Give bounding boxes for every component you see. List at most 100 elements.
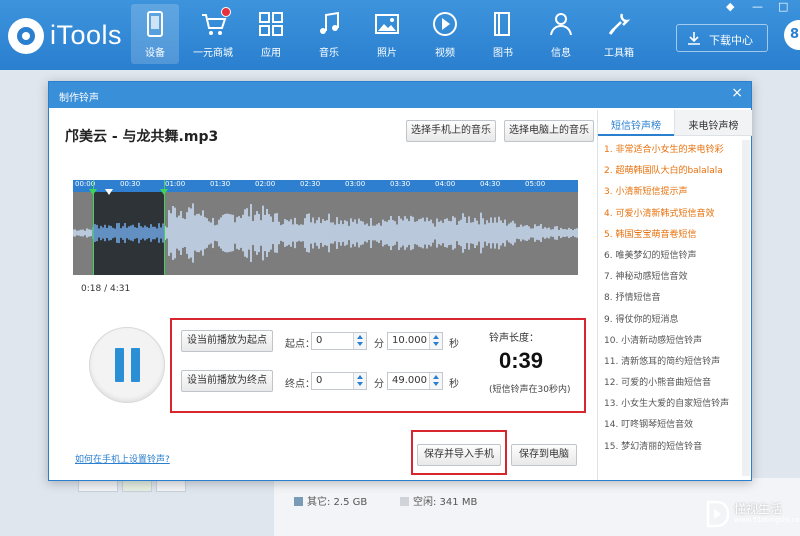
set-end-button[interactable]: 设当前播放为终点 [181,370,273,392]
start-minute-input[interactable]: 0 [311,332,367,350]
device-icon [147,11,163,37]
choose-pc-music-button[interactable]: 选择电脑上的音乐 [504,120,594,142]
how-to-set-ringtone-link[interactable]: 如何在手机上设置铃声? [75,452,170,465]
minimize-icon[interactable]: — [752,0,763,14]
save-to-pc-button[interactable]: 保存到电脑 [511,444,577,466]
watermark: 懂视生活 www.51dongshi.com [706,500,800,530]
close-icon[interactable]: × [731,85,743,101]
download-center-button[interactable]: 下载中心 [676,24,768,52]
start-second-value: 10.000 [392,335,427,346]
make-ringtone-dialog: 制作铃声 × 邝美云 - 与龙共舞.mp3 选择手机上的音乐 选择电脑上的音乐 … [48,81,752,481]
nav-label: 应用 [261,48,281,59]
timeline-ruler: 00:00 00:30 01:00 01:30 02:00 02:30 03:0… [73,180,578,192]
settings-window-icon[interactable]: ◆ [726,0,734,14]
song-title: 邝美云 - 与龙共舞.mp3 [65,129,219,145]
tab-call-ringtones[interactable]: 来电铃声榜 [674,110,752,136]
contact-icon [550,13,572,36]
maximize-icon[interactable]: □ [778,0,788,14]
ringtone-list-item[interactable]: 1. 非常适合小女生的来电铃彩 [604,140,748,161]
ringtone-list-item[interactable]: 12. 可爱的小熊音曲短信音 [604,373,748,394]
ringtone-list-item[interactable]: 2. 超萌韩国队大白的balalala [604,161,748,182]
nav-item-device[interactable]: 设备 [131,4,179,64]
timeline-tick: 02:00 [255,180,276,188]
scrollbar[interactable] [742,140,750,476]
timeline-tick: 05:00 [525,180,546,188]
watermark-url: www.51dongshi.com [734,516,800,524]
legend-free-text: 空闲: 341 MB [413,497,478,508]
waveform-editor[interactable]: 00:00 00:30 01:00 01:30 02:00 02:30 03:0… [73,180,578,275]
nav-item-apps[interactable]: 应用 [247,4,295,64]
pause-icon [115,348,124,382]
ringtone-length-label: 铃声长度： [489,333,539,344]
nav-item-shop[interactable]: 一元商城 [189,4,237,64]
apps-icon [259,12,283,36]
minute-unit: 分 [374,339,384,350]
nav-item-music[interactable]: 音乐 [305,4,353,64]
spinner-arrows-icon[interactable] [353,333,366,349]
ringtone-list: 1. 非常适合小女生的来电铃彩 2. 超萌韩国队大白的balalala 3. 小清新… [604,140,748,458]
ringtone-length-value: 0:39 [499,348,544,373]
nav-item-tools[interactable]: 工具箱 [595,4,643,64]
playback-time: 0:18 / 4:31 [81,284,131,294]
nav-item-books[interactable]: 图书 [479,4,527,64]
playhead[interactable] [105,189,113,195]
nav-label: 工具箱 [604,48,634,59]
ringtone-list-item[interactable]: 5. 韩国宝宝萌音卷短信 [604,225,748,246]
nav-label: 照片 [377,48,397,59]
ringtone-list-item[interactable]: 9. 得仗你的短消息 [604,310,748,331]
tab-sms-ringtones[interactable]: 短信铃声榜 [598,110,674,136]
start-minute-value: 0 [316,335,323,346]
spinner-arrows-icon[interactable] [429,333,442,349]
ringtone-list-item[interactable]: 15. 梦幻清丽的短信铃音 [604,437,748,458]
end-minute-input[interactable]: 0 [311,372,367,390]
top-toolbar: iTools 设备 一元商城 应用 音乐 照片 视频 图书 信息 工具箱 ◆ —… [0,0,800,70]
music-icon [320,11,339,34]
legend-swatch [400,497,409,506]
end-marker-handle[interactable] [160,189,168,195]
set-start-button[interactable]: 设当前播放为起点 [181,330,273,352]
pause-icon [131,348,140,382]
photo-icon [375,14,399,34]
start-marker-handle[interactable] [89,189,97,195]
pause-button[interactable] [89,327,165,403]
ringtone-list-item[interactable]: 4. 可爱小清新韩式短信音效 [604,204,748,225]
app-name: iTools [50,20,123,50]
start-second-input[interactable]: 10.000 [387,332,443,350]
spinner-arrows-icon[interactable] [353,373,366,389]
ringtone-list-item[interactable]: 10. 小清新动感短信铃声 [604,331,748,352]
ringtone-list-item[interactable]: 7. 神秘动感短信音效 [604,267,748,288]
watermark-title: 懂视生活 [734,502,783,516]
save-and-import-button[interactable]: 保存并导入手机 [417,444,501,466]
download-center-label: 下载中心 [709,34,753,47]
second-unit: 秒 [449,339,459,350]
ringtone-list-item[interactable]: 8. 抒情短信音 [604,288,748,309]
ringtone-list-item[interactable]: 6. 唯美梦幻的短信铃声 [604,246,748,267]
legend-other: 其它: 2.5 GB [294,493,367,508]
ringtone-list-item[interactable]: 11. 清新悠耳的简约短信铃声 [604,352,748,373]
spinner-arrows-icon[interactable] [429,373,442,389]
video-icon [433,12,457,36]
nav-item-contacts[interactable]: 信息 [537,4,585,64]
timeline-tick: 03:30 [390,180,411,188]
nav-item-video[interactable]: 视频 [421,4,469,64]
legend-free: 空闲: 341 MB [400,493,477,508]
nav-label: 图书 [493,48,513,59]
nav-label: 信息 [551,48,571,59]
ringtone-list-item[interactable]: 14. 叮咚钢琴短信音效 [604,415,748,436]
end-second-input[interactable]: 49.000 [387,372,443,390]
app-logo: iTools [8,14,138,58]
nav-label: 视频 [435,48,455,59]
ringtone-ranking-panel: 短信铃声榜 来电铃声榜 1. 非常适合小女生的来电铃彩 2. 超萌韩国队大白的ba… [597,110,752,480]
notification-badge [221,7,231,17]
second-unit: 秒 [449,379,459,390]
nav-item-photos[interactable]: 照片 [363,4,411,64]
dialog-title-bar: 制作铃声 × [49,82,751,108]
watermark-logo-icon [706,500,730,528]
ringtone-list-item[interactable]: 13. 小女生大爱的自家短信铃声 [604,394,748,415]
choose-phone-music-button[interactable]: 选择手机上的音乐 [406,120,496,142]
timeline-tick: 01:00 [165,180,186,188]
ringtone-list-item[interactable]: 3. 小清新短信提示声 [604,182,748,203]
timeline-tick: 03:00 [345,180,366,188]
nav-label: 设备 [145,48,165,59]
user-avatar[interactable]: 8 [784,20,800,50]
